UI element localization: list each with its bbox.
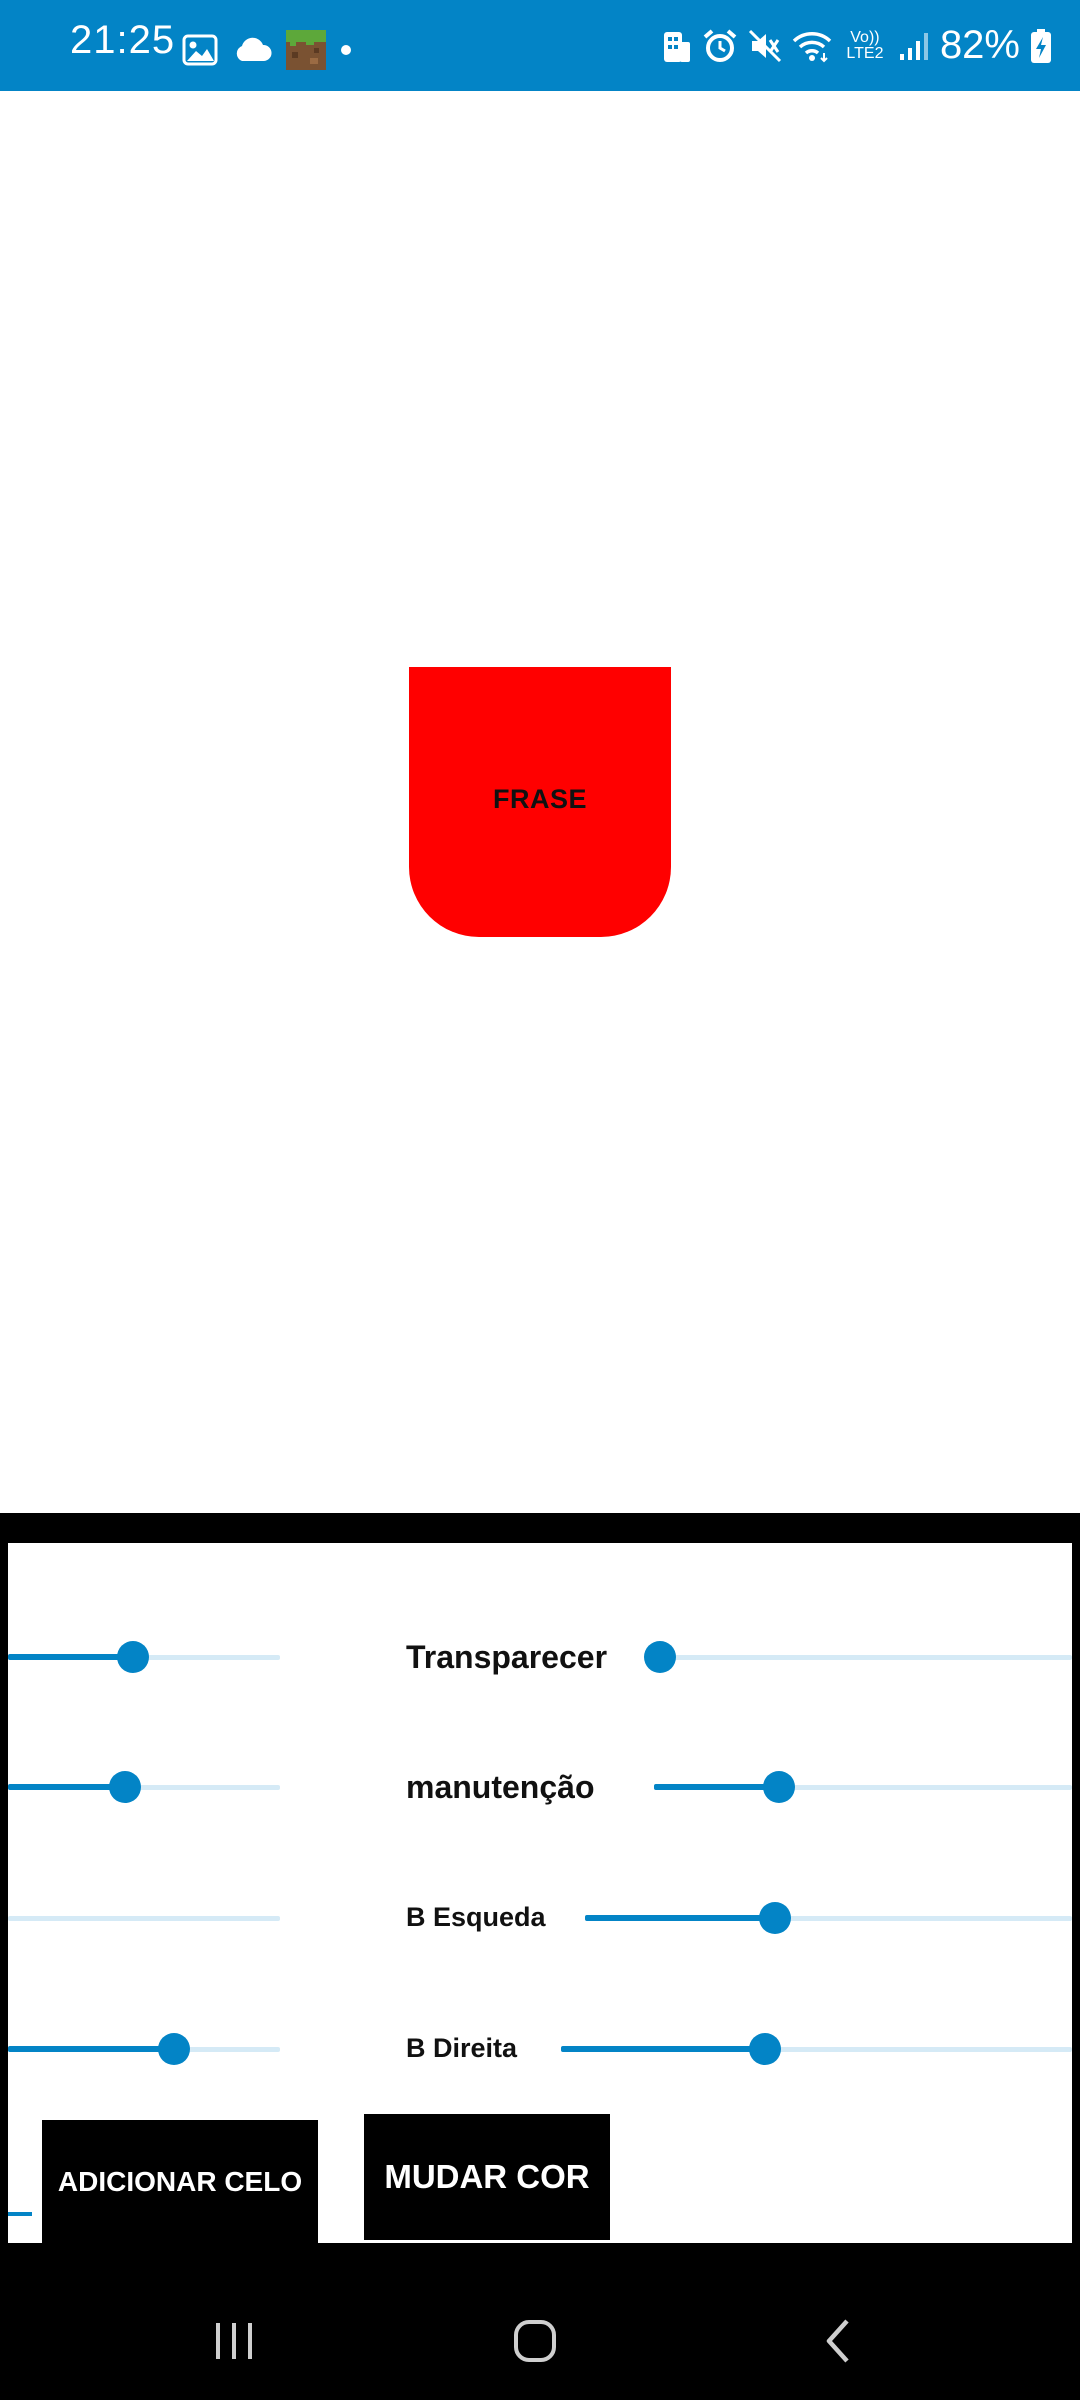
status-bar: 21:25 Vo)) LTE2 82% bbox=[0, 0, 1080, 91]
minecraft-app-icon bbox=[286, 30, 326, 70]
control-panel: Transparecer manutenção B Esqueda B Dire… bbox=[8, 1543, 1072, 2243]
dot-icon bbox=[340, 44, 352, 56]
transparecer-slider[interactable] bbox=[644, 1637, 1072, 1677]
alarm-icon bbox=[702, 28, 738, 64]
phrase-shape[interactable]: FRASE bbox=[409, 667, 671, 937]
slider-thumb[interactable] bbox=[644, 1641, 676, 1673]
b-esqueda-slider[interactable] bbox=[585, 1898, 1072, 1938]
slider-thumb[interactable] bbox=[108, 1771, 141, 1803]
slider-thumb[interactable] bbox=[763, 1771, 796, 1803]
manutencao-slider[interactable] bbox=[654, 1767, 1072, 1807]
navigation-bar bbox=[0, 2273, 1080, 2400]
lte-label: Vo)) LTE2 bbox=[846, 28, 884, 62]
change-color-button[interactable]: MUDAR COR bbox=[364, 2114, 610, 2240]
wifi-icon bbox=[792, 29, 832, 63]
home-button[interactable] bbox=[500, 2313, 570, 2369]
slider-thumb[interactable] bbox=[749, 2033, 782, 2065]
slider-thumb[interactable] bbox=[758, 1902, 791, 1934]
slider-thumb[interactable] bbox=[117, 1641, 150, 1673]
mute-icon bbox=[748, 29, 782, 63]
home-icon bbox=[514, 2320, 556, 2362]
back-icon bbox=[826, 2319, 849, 2363]
control-panel-frame: Transparecer manutenção B Esqueda B Dire… bbox=[0, 1513, 1080, 2273]
battery-percentage: 82% bbox=[939, 23, 1020, 67]
recents-icon bbox=[216, 2323, 252, 2359]
gallery-icon bbox=[182, 34, 218, 66]
left-slider-4[interactable] bbox=[8, 2029, 280, 2069]
left-slider-3[interactable] bbox=[8, 1898, 280, 1938]
partial-slider-track bbox=[8, 2212, 32, 2216]
status-right-icons: Vo)) LTE2 82% bbox=[662, 18, 1052, 73]
left-slider-2[interactable] bbox=[8, 1767, 280, 1807]
transparecer-label: Transparecer bbox=[406, 1639, 608, 1675]
back-button[interactable] bbox=[804, 2313, 874, 2369]
b-esqueda-label: B Esqueda bbox=[406, 1902, 546, 1932]
status-time: 21:25 bbox=[70, 18, 176, 62]
signal-icon bbox=[898, 30, 930, 62]
b-direita-label: B Direita bbox=[406, 2033, 518, 2063]
b-direita-slider[interactable] bbox=[561, 2029, 1072, 2069]
status-left-icons bbox=[182, 30, 352, 70]
lte-icon: Vo)) LTE2 bbox=[842, 28, 888, 62]
left-slider-1[interactable] bbox=[8, 1637, 280, 1677]
battery-charging-icon bbox=[1030, 28, 1052, 64]
manutencao-label: manutenção bbox=[406, 1769, 595, 1805]
add-cello-button[interactable]: ADICIONAR CELO bbox=[42, 2120, 318, 2243]
building-icon bbox=[662, 28, 692, 64]
phrase-shape-label: FRASE bbox=[492, 784, 587, 814]
canvas-area: FRASE bbox=[0, 91, 1080, 1513]
recents-button[interactable] bbox=[199, 2313, 269, 2369]
cloud-icon bbox=[232, 37, 272, 63]
slider-thumb[interactable] bbox=[157, 2033, 190, 2065]
